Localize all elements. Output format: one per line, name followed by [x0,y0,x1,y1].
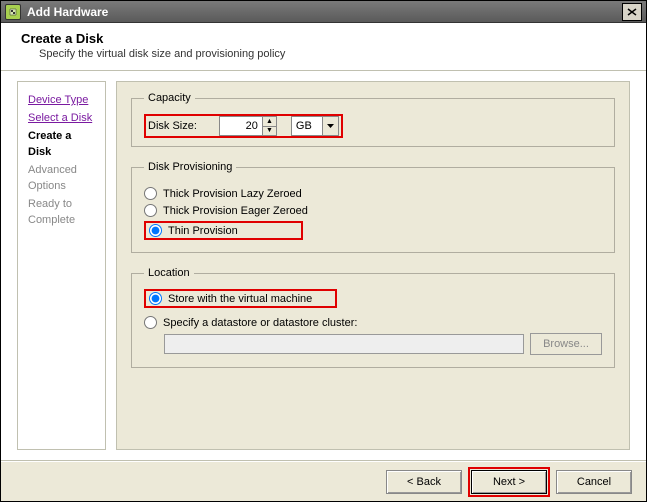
browse-button: Browse... [530,333,602,355]
step-device-type[interactable]: Device Type [28,92,95,108]
disk-size-spinner[interactable]: ▲ ▼ [219,116,277,136]
radio-thick-lazy-input[interactable] [144,187,157,200]
location-group: Location Store with the virtual machine … [131,267,615,368]
radio-thick-eager-label: Thick Provision Eager Zeroed [163,205,308,217]
wizard-steps: Device Type Select a Disk Create a Disk … [17,81,106,450]
radio-specify-ds-input[interactable] [144,316,157,329]
disk-size-input[interactable] [219,116,263,136]
radio-thin-label: Thin Provision [168,225,238,237]
wizard-footer: < Back Next > Cancel [1,461,646,501]
disk-size-unit-value[interactable] [291,116,323,136]
capacity-legend: Capacity [144,92,195,104]
provisioning-legend: Disk Provisioning [144,161,236,173]
radio-thick-lazy[interactable]: Thick Provision Lazy Zeroed [144,187,602,200]
disk-size-label: Disk Size: [148,120,197,132]
step-ready-complete: Ready to Complete [28,196,95,228]
back-button[interactable]: < Back [386,470,462,494]
radio-specify-ds-label: Specify a datastore or datastore cluster… [163,317,357,329]
radio-store-vm-label: Store with the virtual machine [168,293,312,305]
spin-down-icon[interactable]: ▼ [263,127,276,136]
disk-size-unit-combo[interactable] [291,116,339,136]
radio-thick-eager-input[interactable] [144,204,157,217]
radio-store-vm[interactable]: Store with the virtual machine [149,292,332,305]
radio-thick-eager[interactable]: Thick Provision Eager Zeroed [144,204,602,217]
radio-thin-input[interactable] [149,224,162,237]
cancel-button[interactable]: Cancel [556,470,632,494]
step-create-disk: Create a Disk [28,128,95,160]
page-subtitle: Specify the virtual disk size and provis… [21,48,626,60]
spin-up-icon[interactable]: ▲ [263,117,276,127]
radio-store-vm-input[interactable] [149,292,162,305]
page-title: Create a Disk [21,31,626,46]
location-legend: Location [144,267,194,279]
dropdown-icon[interactable] [323,116,339,136]
close-icon [627,8,637,16]
add-hardware-window: Add Hardware Create a Disk Specify the v… [0,0,647,502]
step-advanced-options: Advanced Options [28,162,95,194]
window-title: Add Hardware [27,5,108,19]
capacity-group: Capacity Disk Size: ▲ ▼ [131,92,615,147]
step-select-disk[interactable]: Select a Disk [28,110,95,126]
disk-provisioning-group: Disk Provisioning Thick Provision Lazy Z… [131,161,615,253]
next-button[interactable]: Next > [471,470,547,494]
wizard-content: Capacity Disk Size: ▲ ▼ [116,81,630,450]
wizard-header: Create a Disk Specify the virtual disk s… [1,23,646,71]
radio-thin[interactable]: Thin Provision [149,224,298,237]
radio-specify-ds[interactable]: Specify a datastore or datastore cluster… [144,316,602,329]
app-icon [5,4,21,20]
close-button[interactable] [622,3,642,21]
datastore-input [164,334,524,354]
titlebar: Add Hardware [1,1,646,23]
radio-thick-lazy-label: Thick Provision Lazy Zeroed [163,188,302,200]
